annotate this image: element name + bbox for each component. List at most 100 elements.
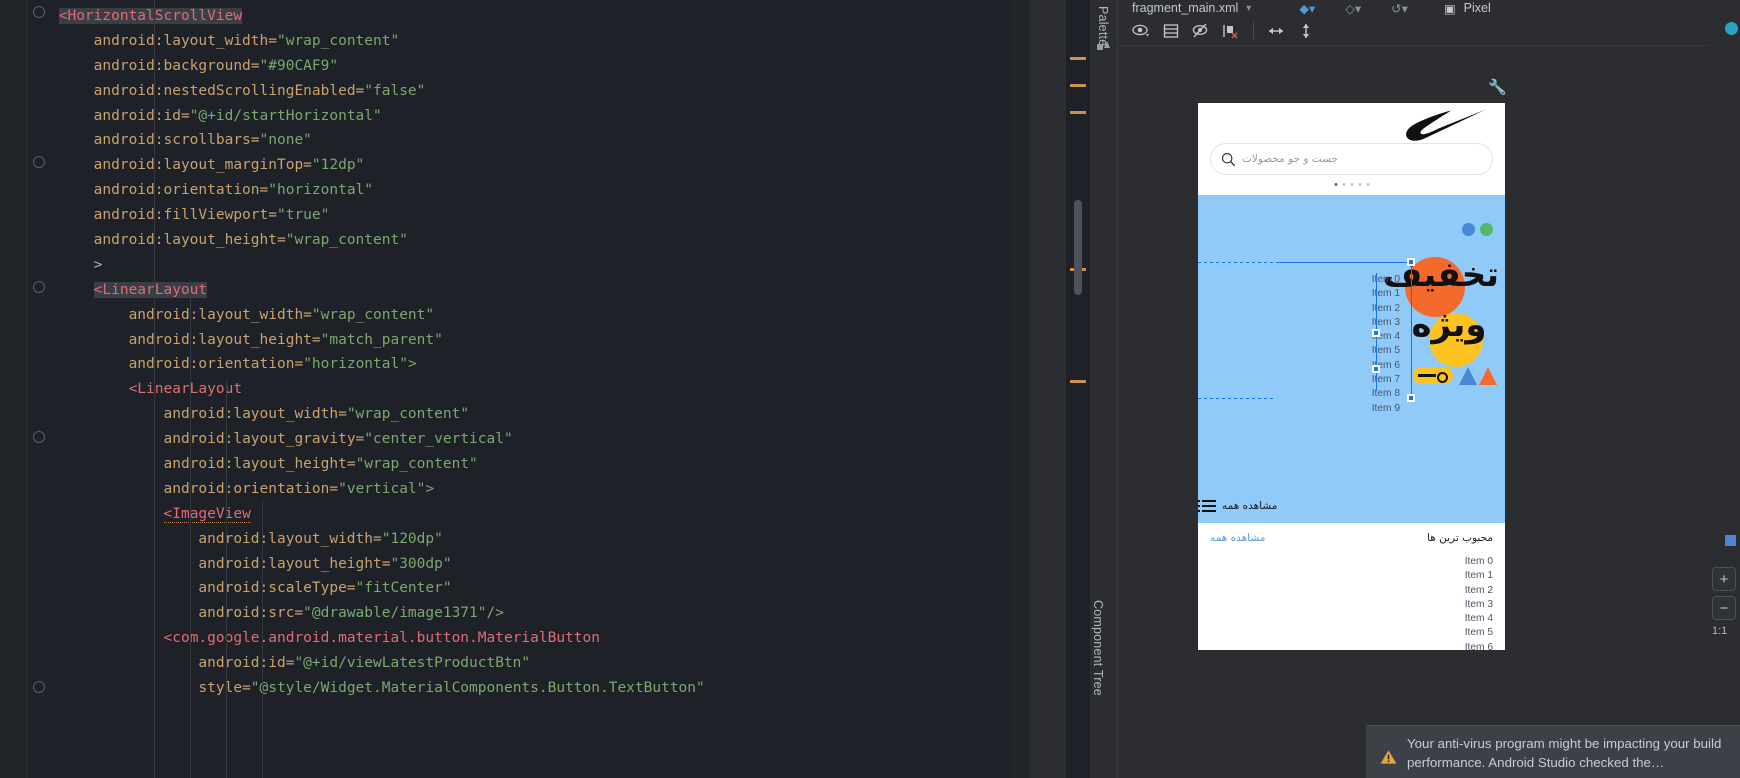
code-line[interactable]: android:layout_width="wrap_content" <box>50 29 1012 54</box>
selection-handle-tr[interactable] <box>1407 258 1415 266</box>
fold-marker[interactable] <box>32 155 45 168</box>
list-item[interactable]: Item 2 <box>1330 302 1400 316</box>
list-item[interactable]: Item 8 <box>1330 387 1400 401</box>
list-item[interactable]: Item 4 <box>1465 612 1493 626</box>
design-mode-icon[interactable]: ◆▾ <box>1299 1 1315 16</box>
list-item[interactable]: Item 3 <box>1330 316 1400 330</box>
list-item[interactable]: Item 1 <box>1465 569 1493 583</box>
list-item[interactable]: Item 9 <box>1330 402 1400 416</box>
carousel-dot[interactable] <box>1358 183 1361 186</box>
fold-marker[interactable] <box>32 5 45 18</box>
device-preview[interactable]: جست و جو محصولات تخفیف ویژه Item 0 Item … <box>1198 103 1505 650</box>
code-line[interactable]: > <box>50 253 1012 278</box>
code-line[interactable]: android:layout_height="wrap_content" <box>50 228 1012 253</box>
design-surface-wrench-icon[interactable]: 🔧 <box>1488 78 1507 96</box>
promo-banner[interactable]: تخفیف ویژه Item 0 Item 1 Item 2 Item 3 Item … <box>1198 195 1505 489</box>
code-line[interactable]: <ImageView <box>50 502 1012 527</box>
banner-item-list[interactable]: Item 0 Item 1 Item 2 Item 3 Item 4 Item 5 Item… <box>1330 273 1400 416</box>
match-height-icon[interactable] <box>1293 19 1319 43</box>
editor-annotation-strip[interactable] <box>1012 0 1030 778</box>
list-item[interactable]: Item 2 <box>1465 584 1493 598</box>
code-line[interactable]: android:layout_marginTop="12dp" <box>50 153 1012 178</box>
selection-handle-mid[interactable] <box>1372 329 1380 337</box>
orientation-icon[interactable]: ↺▾ <box>1391 1 1408 16</box>
code-line[interactable]: android:layout_width="wrap_content" <box>50 402 1012 427</box>
fold-column[interactable] <box>28 0 50 778</box>
zoom-level-label[interactable]: 1:1 <box>1712 625 1727 637</box>
design-filename[interactable]: fragment_main.xml <box>1132 1 1238 15</box>
code-line[interactable]: <HorizontalScrollView <box>50 4 1012 29</box>
list-item[interactable]: Item 5 <box>1330 344 1400 358</box>
fold-marker[interactable] <box>32 680 45 693</box>
pan-tool-icon[interactable] <box>1725 535 1736 546</box>
code-line[interactable]: android:scaleType="fitCenter" <box>50 576 1012 601</box>
component-tree-label[interactable]: Component Tree <box>1091 600 1105 696</box>
list-item[interactable]: Item 3 <box>1465 598 1493 612</box>
list-item[interactable]: Item 6 <box>1465 641 1493 650</box>
list-item[interactable]: Item 7 <box>1330 373 1400 387</box>
status-dot-icon[interactable] <box>1725 22 1738 35</box>
code-line[interactable]: android:src="@drawable/image1371"/> <box>50 601 1012 626</box>
carousel-dot[interactable] <box>1342 183 1345 186</box>
editor-error-stripe[interactable] <box>1066 0 1090 778</box>
code-line[interactable]: android:layout_height="wrap_content" <box>50 452 1012 477</box>
popular-item-list[interactable]: Item 0 Item 1 Item 2 Item 3 Item 4 Item 5 Item… <box>1465 555 1493 650</box>
code-line[interactable]: android:layout_width="wrap_content" <box>50 303 1012 328</box>
code-line[interactable]: android:layout_height="300dp" <box>50 552 1012 577</box>
code-line[interactable]: android:nestedScrollingEnabled="false" <box>50 79 1012 104</box>
code-line[interactable]: android:id="@+id/viewLatestProductBtn" <box>50 651 1012 676</box>
banner-view-all-row[interactable]: مشاهده همه <box>1198 489 1505 523</box>
layout-rows-icon[interactable] <box>1158 19 1184 43</box>
zoom-in-button[interactable]: + <box>1712 567 1736 591</box>
list-item[interactable]: Item 0 <box>1465 555 1493 569</box>
build-warning-toast[interactable]: Your anti-virus program might be impacti… <box>1366 725 1740 778</box>
code-line[interactable]: android:fillViewport="true" <box>50 203 1012 228</box>
search-input[interactable]: جست و جو محصولات <box>1210 143 1493 175</box>
fold-marker[interactable] <box>32 430 45 443</box>
code-editor[interactable]: <HorizontalScrollView android:layout_wid… <box>0 0 1012 778</box>
carousel-dot[interactable] <box>1366 183 1369 186</box>
section-view-all-link[interactable]: مشاهده همه <box>1210 532 1265 544</box>
xml-source-code[interactable]: <HorizontalScrollView android:layout_wid… <box>50 0 1012 778</box>
code-line[interactable]: <LinearLayout <box>50 377 1012 402</box>
hide-constraints-icon[interactable] <box>1188 19 1214 43</box>
code-line[interactable]: <com.google.android.material.button.Mate… <box>50 626 1012 651</box>
design-preview-panel[interactable]: fragment_main.xml ▾ ◆▾ ◇▾ ↺▾ ▣ Pixel 🔧 ج… <box>1118 0 1740 778</box>
list-item[interactable]: Item 4 <box>1330 330 1400 344</box>
editor-scrollbar-thumb[interactable] <box>1074 200 1082 295</box>
carousel-dot[interactable] <box>1350 183 1353 186</box>
code-line[interactable]: android:orientation="horizontal" <box>50 178 1012 203</box>
list-item[interactable]: Item 6 <box>1330 359 1400 373</box>
chevron-down-icon[interactable]: ▾ <box>1246 3 1251 14</box>
device-icon[interactable]: ▣ <box>1444 1 1456 16</box>
code-line[interactable]: android:orientation="vertical"> <box>50 477 1012 502</box>
code-line[interactable]: android:id="@+id/startHorizontal" <box>50 104 1012 129</box>
code-line[interactable]: android:layout_width="120dp" <box>50 527 1012 552</box>
match-width-icon[interactable] <box>1263 19 1289 43</box>
palette-tool-strip[interactable]: Palette Component Tree <box>1090 0 1118 778</box>
zoom-out-button[interactable]: − <box>1712 596 1736 620</box>
code-line[interactable]: <LinearLayout <box>50 278 1012 303</box>
list-item[interactable]: Item 1 <box>1330 287 1400 301</box>
design-toolbar[interactable] <box>1118 16 1740 46</box>
clear-constraints-icon[interactable] <box>1218 19 1244 43</box>
eye-dropdown-icon[interactable] <box>1128 19 1154 43</box>
code-line[interactable]: android:background="#90CAF9" <box>50 54 1012 79</box>
search-icon[interactable] <box>1221 152 1236 167</box>
fold-marker[interactable] <box>32 280 45 293</box>
code-line[interactable]: android:layout_height="match_parent" <box>50 328 1012 353</box>
code-line[interactable]: android:scrollbars="none" <box>50 128 1012 153</box>
device-label[interactable]: Pixel <box>1464 1 1491 15</box>
view-all-label[interactable]: مشاهده همه <box>1222 500 1277 512</box>
selection-handle-low[interactable] <box>1372 365 1380 373</box>
design-right-rail[interactable]: + − 1:1 <box>1708 0 1740 778</box>
carousel-dot[interactable] <box>1334 183 1337 186</box>
carousel-indicator[interactable] <box>1334 183 1369 186</box>
selection-handle-br[interactable] <box>1407 394 1415 402</box>
code-line[interactable]: android:orientation="horizontal"> <box>50 352 1012 377</box>
list-item[interactable]: Item 0 <box>1330 273 1400 287</box>
blueprint-mode-icon[interactable]: ◇▾ <box>1345 1 1361 16</box>
code-line[interactable]: style="@style/Widget.MaterialComponents.… <box>50 676 1012 701</box>
list-item[interactable]: Item 5 <box>1465 626 1493 640</box>
code-line[interactable]: android:layout_gravity="center_vertical" <box>50 427 1012 452</box>
